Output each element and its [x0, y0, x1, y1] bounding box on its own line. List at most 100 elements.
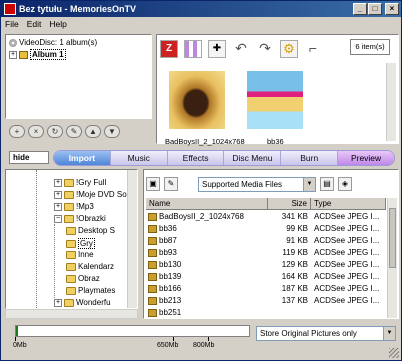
- chevron-down-icon[interactable]: ▼: [303, 177, 315, 191]
- add-button[interactable]: +: [9, 125, 25, 138]
- folder-item[interactable]: Obraz: [66, 274, 100, 283]
- hide-label: hide: [13, 153, 30, 162]
- tree-album[interactable]: + Album 1: [9, 49, 66, 60]
- folder-label: Playmates: [78, 286, 116, 295]
- file-row[interactable]: bb87 91 KB ACDSee JPEG I...: [146, 235, 386, 246]
- folder-tree-scrollbar[interactable]: [127, 170, 137, 308]
- preview-scrollbar[interactable]: [386, 63, 396, 141]
- scrollbar-thumb[interactable]: [389, 208, 396, 268]
- expand-icon[interactable]: +: [54, 178, 62, 187]
- file-size: [268, 307, 311, 318]
- folder-item[interactable]: Desktop S: [66, 226, 115, 235]
- maximize-button[interactable]: □: [368, 3, 382, 15]
- tab-music[interactable]: Music: [111, 151, 168, 165]
- folder-icon: [66, 250, 76, 259]
- slideshow-icon[interactable]: Z: [160, 40, 178, 58]
- column-type[interactable]: Type: [311, 198, 386, 209]
- file-row[interactable]: bb93 119 KB ACDSee JPEG I...: [146, 247, 386, 258]
- file-list-scrollbar[interactable]: [387, 198, 397, 318]
- folder-item[interactable]: − !Obrazki: [54, 214, 106, 223]
- folder-item[interactable]: + !Mp3: [54, 202, 94, 211]
- file-row[interactable]: bb166 187 KB ACDSee JPEG I...: [146, 283, 386, 294]
- filmstrip-icon[interactable]: [184, 40, 202, 58]
- rotate-left-icon[interactable]: ↶: [232, 40, 250, 58]
- options-icon[interactable]: ◈: [338, 177, 352, 191]
- scissors-icon[interactable]: ⌐: [304, 40, 322, 58]
- file-size: 129 KB: [281, 260, 308, 269]
- file-row[interactable]: bb213 137 KB ACDSee JPEG I...: [146, 295, 386, 306]
- expand-icon[interactable]: +: [54, 202, 62, 211]
- folder-item[interactable]: + Wonderfu: [54, 298, 111, 307]
- thumbnail-image[interactable]: [247, 71, 303, 129]
- remove-button[interactable]: ×: [28, 125, 44, 138]
- file-row[interactable]: BadBoysII_2_1024x768 341 KB ACDSee JPEG …: [146, 211, 386, 222]
- jpg-file-icon: [148, 224, 157, 233]
- expand-icon[interactable]: +: [54, 190, 62, 199]
- file-row[interactable]: bb36 99 KB ACDSee JPEG I...: [146, 223, 386, 234]
- collapse-icon[interactable]: −: [54, 214, 62, 223]
- folder-item[interactable]: + !Gry Full: [54, 178, 106, 187]
- rotate-right-icon[interactable]: ↷: [256, 40, 274, 58]
- menu-help[interactable]: Help: [49, 19, 66, 29]
- item-count: 6 item(s): [350, 39, 390, 55]
- file-row[interactable]: bb251: [146, 307, 386, 318]
- tab-import[interactable]: Import: [54, 151, 111, 165]
- thumbnail-image[interactable]: [169, 71, 225, 129]
- folder-tree-hscrollbar[interactable]: [5, 309, 138, 319]
- disc-icon: [9, 38, 17, 47]
- capacity-marker: [173, 337, 174, 341]
- store-option-select[interactable]: Store Original Pictures only ▼: [256, 326, 396, 341]
- refresh-button[interactable]: ↻: [47, 125, 63, 138]
- folder-item[interactable]: Kalendarz: [66, 262, 114, 271]
- menu-file[interactable]: File: [5, 19, 19, 29]
- folder-icon: [64, 178, 74, 187]
- file-type: ACDSee JPEG I...: [314, 272, 380, 281]
- file-list-panel: ▣ ✎ Supported Media Files ▼ ▤ ◈ Name Siz…: [143, 169, 399, 319]
- album-icon: [19, 50, 28, 59]
- image-effect-icon[interactable]: ✚: [208, 40, 226, 58]
- up-folder-icon[interactable]: ▣: [146, 177, 160, 191]
- tab-preview[interactable]: Preview: [338, 151, 394, 165]
- tab-burn[interactable]: Burn: [281, 151, 339, 165]
- minimize-button[interactable]: _: [353, 3, 367, 15]
- file-row[interactable]: bb139 164 KB ACDSee JPEG I...: [146, 271, 386, 282]
- tree-root[interactable]: VideoDisc: 1 album(s): [9, 38, 97, 47]
- close-button[interactable]: ×: [385, 3, 399, 15]
- tree-line: [36, 170, 37, 308]
- column-name[interactable]: Name: [146, 198, 268, 209]
- folder-icon: [66, 286, 76, 295]
- file-type: ACDSee JPEG I...: [314, 296, 380, 305]
- column-size[interactable]: Size: [268, 198, 311, 209]
- file-filter-select[interactable]: Supported Media Files ▼: [198, 176, 316, 192]
- album-label[interactable]: Album 1: [30, 49, 66, 60]
- folder-item-selected[interactable]: Gry: [66, 238, 95, 249]
- tab-disc-menu[interactable]: Disc Menu: [224, 151, 282, 165]
- view-mode-icon[interactable]: ▤: [320, 177, 334, 191]
- folder-item[interactable]: Playmates: [66, 286, 115, 295]
- file-type: ACDSee JPEG I...: [314, 212, 380, 221]
- new-folder-icon[interactable]: ✎: [164, 177, 178, 191]
- expand-icon[interactable]: +: [54, 298, 62, 307]
- move-up-button[interactable]: ▲: [85, 125, 101, 138]
- folder-item[interactable]: + !Moje DVD So: [54, 190, 127, 199]
- resize-grip[interactable]: [389, 348, 399, 358]
- expand-icon[interactable]: +: [9, 50, 17, 59]
- file-size: 187 KB: [281, 284, 308, 293]
- file-size: 91 KB: [286, 236, 308, 245]
- app-window: Bez tytułu - MemoriesOnTV _ □ × File Edi…: [0, 0, 402, 361]
- folder-item[interactable]: Inne: [66, 250, 94, 259]
- capacity-marker: [208, 337, 209, 341]
- file-type: [311, 307, 386, 318]
- chevron-down-icon[interactable]: ▼: [383, 327, 395, 340]
- menu-edit[interactable]: Edit: [27, 19, 42, 29]
- edit-button[interactable]: ✎: [66, 125, 82, 138]
- hide-button[interactable]: hide: [9, 151, 49, 164]
- gear-icon[interactable]: ⚙: [280, 40, 298, 58]
- menu-bar: File Edit Help: [1, 17, 401, 31]
- title-bar[interactable]: Bez tytułu - MemoriesOnTV _ □ ×: [1, 1, 401, 17]
- move-down-button[interactable]: ▼: [104, 125, 120, 138]
- file-row[interactable]: bb130 129 KB ACDSee JPEG I...: [146, 259, 386, 270]
- file-type: ACDSee JPEG I...: [314, 236, 380, 245]
- tab-effects[interactable]: Effects: [168, 151, 225, 165]
- folder-label: Kalendarz: [78, 262, 115, 271]
